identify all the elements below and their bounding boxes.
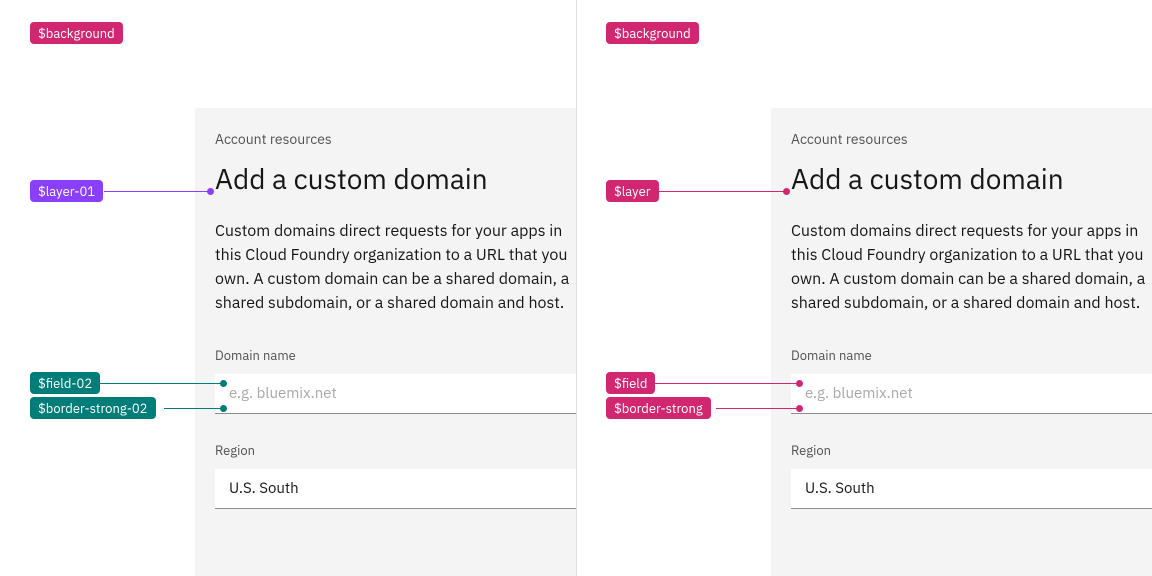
token-border-strong-02: $border-strong-02 [30, 397, 156, 419]
leader-border-strong-02 [164, 408, 223, 409]
form-title: Add a custom domain [215, 160, 576, 197]
token-background: $background [606, 22, 699, 44]
region-label: Region [215, 442, 576, 459]
domain-name-input[interactable]: e.g. bluemix.net [791, 374, 1152, 414]
form-eyebrow: Account resources [791, 130, 1152, 148]
token-field: $field [606, 372, 655, 394]
domain-name-input[interactable]: e.g. bluemix.net [215, 374, 576, 414]
form-title: Add a custom domain [791, 160, 1152, 197]
leader-dot-layer [783, 188, 790, 195]
leader-dot-border-strong-02 [220, 405, 227, 412]
leader-border-strong [716, 408, 799, 409]
leader-dot-field-02 [220, 380, 227, 387]
region-select[interactable]: U.S. South [791, 469, 1152, 509]
domain-name-label: Domain name [215, 347, 576, 364]
leader-dot-field [796, 380, 803, 387]
region-label: Region [791, 442, 1152, 459]
token-layer: $layer [606, 180, 659, 202]
form-description: Custom domains direct requests for your … [791, 219, 1152, 315]
region-select[interactable]: U.S. South [215, 469, 576, 509]
leader-field-02 [97, 383, 223, 384]
form-eyebrow: Account resources [215, 130, 576, 148]
token-layer-01: $layer-01 [30, 180, 103, 202]
leader-layer [656, 191, 786, 192]
leader-field [652, 383, 799, 384]
leader-dot-border-strong [796, 405, 803, 412]
token-border-strong: $border-strong [606, 397, 711, 419]
form-panel: Account resources Add a custom domain Cu… [771, 108, 1152, 576]
token-background: $background [30, 22, 123, 44]
form-panel: Account resources Add a custom domain Cu… [195, 108, 576, 576]
leader-dot-layer-01 [207, 188, 214, 195]
example-left: $background $layer-01 $field-02 $border-… [0, 0, 576, 576]
domain-name-label: Domain name [791, 347, 1152, 364]
example-right: $background $layer $field $border-strong… [576, 0, 1152, 576]
form-description: Custom domains direct requests for your … [215, 219, 576, 315]
leader-layer-01 [104, 191, 210, 192]
token-field-02: $field-02 [30, 372, 100, 394]
